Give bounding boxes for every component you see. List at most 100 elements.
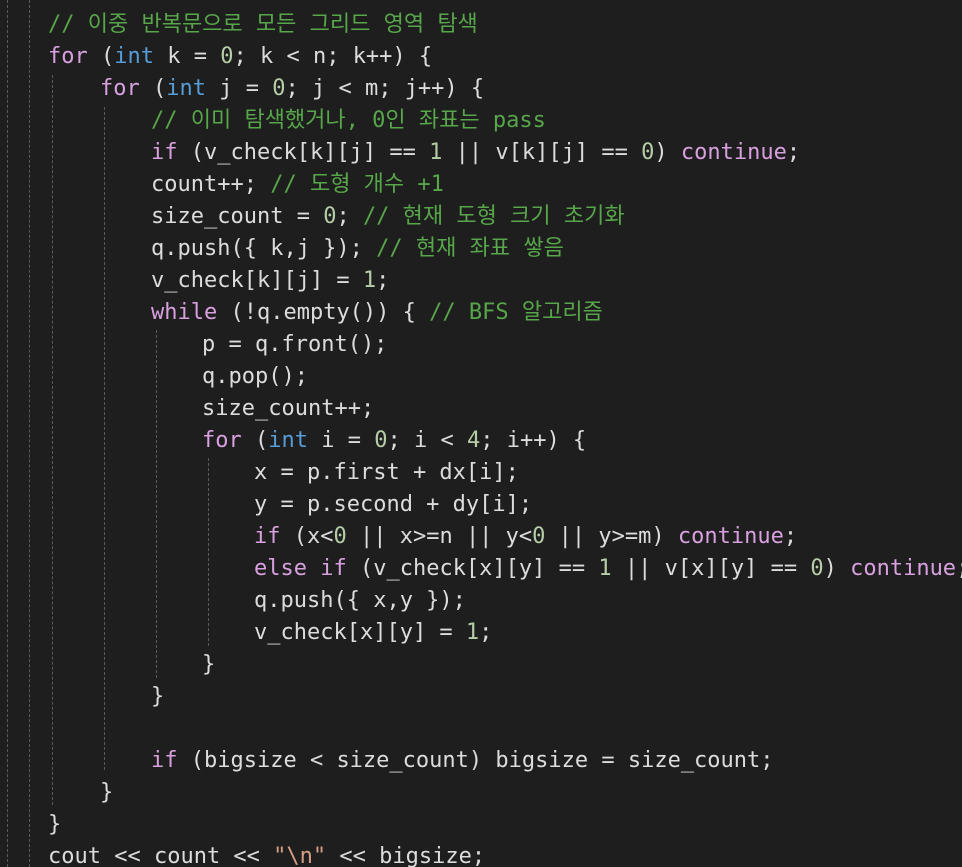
code-token: } (48, 812, 62, 837)
code-token: 1 (429, 140, 443, 165)
code-token: 1 (598, 556, 612, 581)
code-token: ; k < n; k++) { (233, 44, 433, 69)
code-token: 0 (220, 44, 234, 69)
code-line[interactable]: y = p.second + dy[i]; (254, 489, 532, 521)
code-token: q.push({ k,j }); (151, 236, 377, 261)
code-token: // BFS 알고리즘 (429, 300, 603, 325)
code-line[interactable]: if (bigsize < size_count) bigsize = size… (151, 745, 774, 777)
code-token: // 이미 탐색했거나, 0인 좌표는 pass (151, 108, 546, 133)
code-line[interactable]: q.pop(); (202, 361, 308, 393)
code-token: ( (87, 44, 115, 69)
code-token: ; i++) { (480, 428, 587, 453)
code-line[interactable]: } (202, 649, 215, 681)
code-token: v_check[k][j] = (151, 268, 363, 293)
code-line[interactable]: for (int j = 0; j < m; j++) { (100, 73, 484, 105)
code-token: 0 (641, 140, 655, 165)
code-token: (v_check[k][j] == (177, 140, 430, 165)
code-token: int (114, 44, 154, 69)
code-token: 0 (810, 556, 824, 581)
code-token: || x>=n || y< (346, 524, 533, 549)
code-token: ) (654, 140, 681, 165)
code-token: "\n" (273, 844, 327, 867)
code-token: // 도형 개수 +1 (270, 172, 444, 197)
code-line[interactable]: for (int k = 0; k < n; k++) { (48, 41, 432, 73)
code-line[interactable]: cout << count << "\n" << bigsize; (48, 841, 485, 867)
code-line[interactable]: if (x<0 || x>=n || y<0 || y>=m) continue… (254, 521, 797, 553)
code-line[interactable]: if (v_check[k][j] == 1 || v[k][j] == 0) … (151, 137, 800, 169)
function-scope-guide (29, 0, 30, 867)
code-token: 1 (465, 620, 480, 645)
code-token: ; (783, 524, 798, 549)
code-token: while (151, 300, 218, 325)
code-line[interactable]: while (!q.empty()) { // BFS 알고리즘 (151, 297, 603, 329)
code-token: continue (850, 556, 957, 581)
outer-scope-guide (7, 0, 8, 867)
code-token: for (202, 428, 242, 453)
code-token: continue (677, 524, 784, 549)
code-token: // 이중 반복문으로 모든 그리드 영역 탐색 (48, 12, 478, 37)
code-token: << bigsize; (326, 844, 486, 867)
code-token: int (166, 76, 206, 101)
code-token: ; i < (387, 428, 467, 453)
code-token: || v[k][j] == (442, 140, 642, 165)
code-token: p = q.front(); (202, 332, 388, 357)
for-i-guide (208, 458, 209, 646)
code-token: || y>=m) (545, 524, 678, 549)
code-token: x = p.first + dx[i]; (254, 460, 519, 485)
code-token: q.push({ x,y }); (254, 588, 466, 613)
code-token: (!q.empty()) { (217, 300, 430, 325)
code-line[interactable]: // 이미 탐색했거나, 0인 좌표는 pass (151, 105, 546, 137)
code-token: 0 (532, 524, 546, 549)
code-line[interactable]: v_check[k][j] = 1; (151, 265, 389, 297)
code-line[interactable]: q.push({ x,y }); (254, 585, 466, 617)
code-token: j = (206, 76, 273, 101)
code-token: (x< (280, 524, 334, 549)
code-token: count++; (151, 172, 271, 197)
code-token: int (268, 428, 308, 453)
code-line[interactable]: size_count = 0; // 현재 도형 크기 초기화 (151, 201, 625, 233)
code-token: if (254, 524, 281, 549)
code-line[interactable]: p = q.front(); (202, 329, 387, 361)
code-line[interactable]: // 이중 반복문으로 모든 그리드 영역 탐색 (48, 9, 478, 41)
for-j-guide (104, 107, 105, 770)
code-token: ) (823, 556, 851, 581)
code-token: cout << count << (48, 844, 274, 867)
code-token: 4 (466, 428, 481, 453)
code-token: if (151, 748, 178, 773)
code-token: y = p.second + dy[i]; (254, 492, 533, 517)
code-token: ; (336, 204, 363, 229)
code-token: for (48, 44, 88, 69)
code-token: ( (241, 428, 269, 453)
code-line[interactable]: for (int i = 0; i < 4; i++) { (202, 425, 586, 457)
code-token: (v_check[x][y] == (346, 556, 599, 581)
code-line[interactable]: } (100, 777, 113, 809)
code-token: i = (308, 428, 375, 453)
code-line[interactable]: v_check[x][y] = 1; (254, 617, 492, 649)
code-line[interactable]: } (48, 809, 61, 841)
code-token: // 현재 도형 크기 초기화 (362, 204, 625, 229)
code-token: if (320, 556, 347, 581)
code-token: ; (786, 140, 801, 165)
code-token: ( (139, 76, 167, 101)
code-token: v_check[x][y] = (254, 620, 466, 645)
while-guide (156, 330, 157, 678)
code-token: 0 (323, 204, 337, 229)
code-token: for (100, 76, 140, 101)
code-line[interactable]: size_count++; (202, 393, 374, 425)
code-line[interactable]: x = p.first + dx[i]; (254, 457, 519, 489)
code-token: } (151, 684, 165, 709)
code-line[interactable]: count++; // 도형 개수 +1 (151, 169, 444, 201)
code-token: q.pop(); (202, 364, 308, 389)
code-editor[interactable]: // 이중 반복문으로 모든 그리드 영역 탐색 for (int k = 0; … (0, 0, 962, 867)
code-token: continue (680, 140, 787, 165)
code-token: ; (956, 556, 962, 581)
code-line[interactable]: q.push({ k,j }); // 현재 좌표 쌓음 (151, 233, 564, 265)
code-line[interactable]: else if (v_check[x][y] == 1 || v[x][y] =… (254, 553, 962, 585)
for-k-guide (52, 75, 53, 805)
code-token: if (151, 140, 178, 165)
code-token: (bigsize < size_count) bigsize = size_co… (177, 748, 774, 773)
code-token: 0 (333, 524, 347, 549)
code-token: ; (376, 268, 390, 293)
code-line[interactable]: } (151, 681, 164, 713)
